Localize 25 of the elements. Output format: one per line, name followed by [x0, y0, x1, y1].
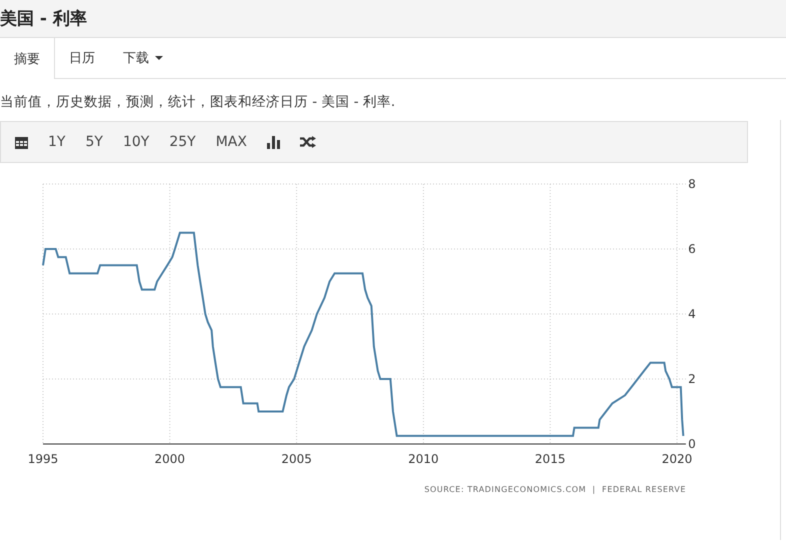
- page-title: 美国 - 利率: [0, 8, 87, 30]
- y-tick-label: 8: [688, 177, 696, 191]
- y-tick-label: 2: [688, 372, 696, 386]
- x-tick-label: 2010: [408, 452, 439, 466]
- y-tick-label: 0: [688, 437, 696, 451]
- x-tick-label: 2020: [662, 452, 692, 466]
- x-tick-label: 2005: [281, 452, 312, 466]
- x-tick-label: 2015: [534, 452, 566, 466]
- source-note: SOURCE: TRADINGECONOMICS.COM | FEDERAL RESERVE: [424, 485, 686, 494]
- y-tick-label: 4: [688, 307, 696, 321]
- range-button[interactable]: 25Y: [159, 127, 206, 157]
- x-tick-label: 2000: [154, 452, 186, 466]
- range-button[interactable]: 5Y: [75, 127, 113, 157]
- y-tick-label: 6: [688, 242, 696, 256]
- tab[interactable]: 日历: [55, 38, 109, 78]
- range-button[interactable]: 1Y: [38, 127, 76, 157]
- shuffle-icon: [300, 136, 316, 148]
- tab[interactable]: 下载: [109, 38, 177, 78]
- description: 当前值，历史数据，预测，统计，图表和经济日历 - 美国 - 利率.: [0, 93, 396, 111]
- bar-chart-icon: [266, 136, 280, 148]
- range-button[interactable]: MAX: [206, 127, 257, 157]
- range-button[interactable]: 10Y: [112, 127, 160, 157]
- calendar-icon: [15, 136, 28, 148]
- tab[interactable]: 摘要: [0, 38, 55, 79]
- x-tick-label: 1995: [28, 452, 58, 466]
